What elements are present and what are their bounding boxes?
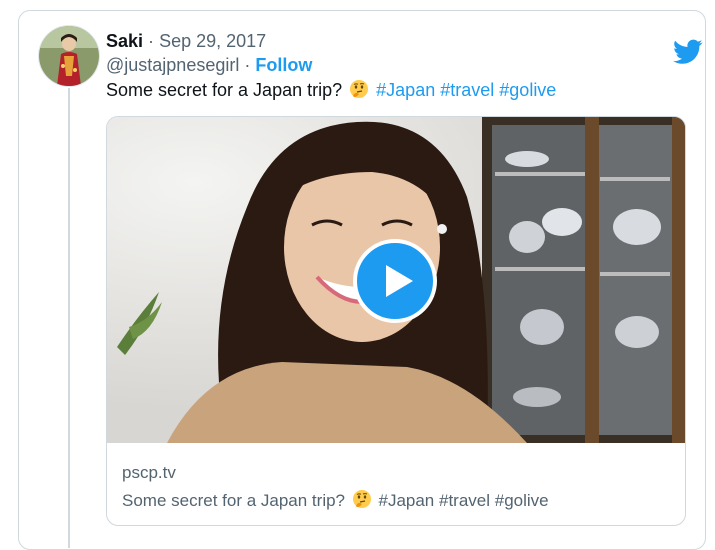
avatar[interactable] bbox=[38, 25, 100, 87]
hashtag-link[interactable]: #golive bbox=[499, 80, 556, 100]
hashtag-link[interactable]: #Japan bbox=[376, 80, 435, 100]
card-title-text: Some secret for a Japan trip? bbox=[122, 491, 346, 510]
handle-row: @justajpnesegirl · Follow bbox=[106, 54, 312, 76]
user-handle[interactable]: @justajpnesegirl bbox=[106, 55, 239, 75]
tweet-date[interactable]: Sep 29, 2017 bbox=[159, 31, 266, 51]
thinking-face-emoji bbox=[352, 490, 371, 508]
display-name[interactable]: Saki bbox=[106, 31, 143, 51]
separator: · bbox=[148, 31, 155, 51]
card-title[interactable]: Some secret for a Japan trip? #Japan #tr… bbox=[122, 489, 549, 512]
card-hashtag: #travel bbox=[439, 491, 491, 510]
card-hashtag: #Japan bbox=[378, 491, 435, 510]
twitter-bird-icon[interactable] bbox=[673, 39, 703, 65]
tweet-text-body: Some secret for a Japan trip? bbox=[106, 80, 343, 100]
card-domain[interactable]: pscp.tv bbox=[122, 463, 176, 483]
video-thumbnail[interactable] bbox=[107, 117, 685, 443]
card-hashtag: #golive bbox=[494, 491, 549, 510]
separator: · bbox=[244, 55, 251, 75]
tweet-header: Saki · Sep 29, 2017 bbox=[106, 30, 266, 52]
hashtag-link[interactable]: #travel bbox=[440, 80, 494, 100]
tweet-text: Some secret for a Japan trip? #Japan #tr… bbox=[106, 79, 556, 101]
play-icon[interactable] bbox=[353, 239, 437, 323]
thinking-face-emoji bbox=[350, 80, 369, 98]
media-card[interactable]: pscp.tv Some secret for a Japan trip? #J… bbox=[106, 116, 686, 526]
thread-line bbox=[68, 88, 70, 548]
follow-button[interactable]: Follow bbox=[255, 55, 312, 75]
